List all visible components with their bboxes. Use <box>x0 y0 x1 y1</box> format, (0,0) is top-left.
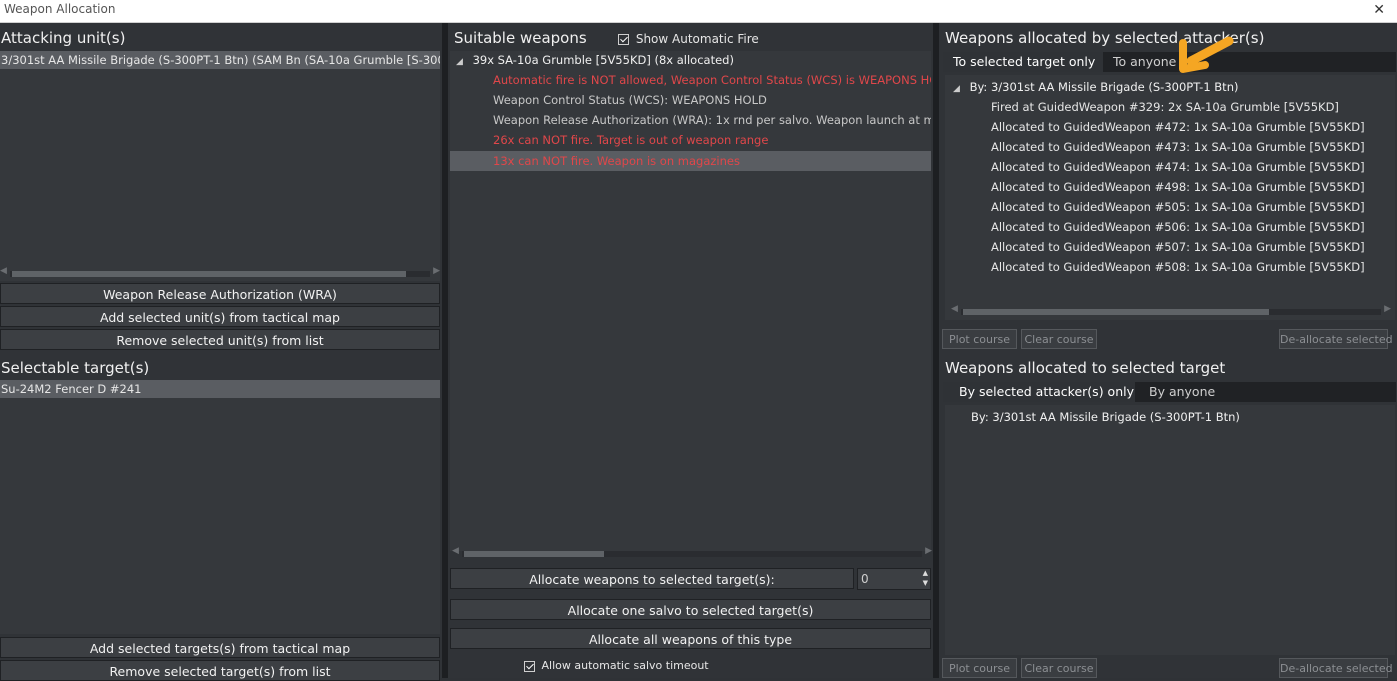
allocated-by-tree[interactable]: ◢ By: 3/301st AA Missile Brigade (S-300P… <box>945 75 1395 320</box>
scroll-thumb[interactable] <box>464 551 604 557</box>
scroll-right-icon[interactable]: ▶ <box>433 266 440 276</box>
tab-by-anyone[interactable]: By anyone <box>1139 382 1229 402</box>
window-title: Weapon Allocation <box>4 2 116 16</box>
allocation-row[interactable]: Allocated to GuidedWeapon #506: 1x SA-10… <box>945 218 1395 236</box>
allocate-all-button[interactable]: Allocate all weapons of this type <box>450 628 931 649</box>
auto-salvo-toggle[interactable]: Allow automatic salvo timeout <box>524 659 709 672</box>
scroll-right-icon[interactable]: ▶ <box>925 546 932 556</box>
weapon-status-row[interactable]: 13x can NOT fire. Weapon is on magazines <box>450 151 931 171</box>
plot-course-button[interactable]: Plot course <box>942 329 1017 349</box>
add-unit-button[interactable]: Add selected unit(s) from tactical map <box>0 306 440 327</box>
window-titlebar: Weapon Allocation ✕ <box>0 0 1397 23</box>
allocate-salvo-button[interactable]: Allocate one salvo to selected target(s) <box>450 599 931 620</box>
attacker-group-row[interactable]: By: 3/301st AA Missile Brigade (S-300PT-… <box>945 408 1395 426</box>
allocation-row[interactable]: Allocated to GuidedWeapon #507: 1x SA-10… <box>945 238 1395 256</box>
weapon-status-row[interactable]: 26x can NOT fire. Target is out of weapo… <box>450 131 931 149</box>
attacking-units-header: Attacking unit(s) <box>1 29 126 47</box>
clear-course-button[interactable]: Clear course <box>1021 329 1097 349</box>
allocated-by-tabs: To selected target only To anyone <box>943 52 1396 72</box>
weapons-tree[interactable]: ◢ 39x SA-10a Grumble [5V55KD] (8x alloca… <box>450 51 931 551</box>
allocation-row[interactable]: Allocated to GuidedWeapon #472: 1x SA-10… <box>945 118 1395 136</box>
remove-unit-button[interactable]: Remove selected unit(s) from list <box>0 329 440 350</box>
allocate-quantity-stepper[interactable]: 0 ▲ ▼ <box>857 568 931 590</box>
close-icon[interactable]: ✕ <box>1373 2 1385 18</box>
allocated-to-tree[interactable]: By: 3/301st AA Missile Brigade (S-300PT-… <box>945 405 1395 655</box>
stepper-down-icon[interactable]: ▼ <box>923 579 928 587</box>
annotation-arrow-icon <box>1179 36 1234 73</box>
attacker-group-row[interactable]: ◢ By: 3/301st AA Missile Brigade (S-300P… <box>945 78 1395 96</box>
deallocate-button[interactable]: De-allocate selected <box>1279 329 1393 349</box>
selectable-targets-header: Selectable target(s) <box>1 359 150 377</box>
plot-course-button[interactable]: Plot course <box>942 658 1017 678</box>
tab-by-selected-attacker[interactable]: By selected attacker(s) only <box>943 382 1135 402</box>
allocation-row[interactable]: Allocated to GuidedWeapon #498: 1x SA-10… <box>945 178 1395 196</box>
add-target-button[interactable]: Add selected targets(s) from tactical ma… <box>0 637 440 658</box>
left-panel: Attacking unit(s) 3/301st AA Missile Bri… <box>0 23 442 681</box>
scroll-left-icon[interactable]: ◀ <box>0 266 7 276</box>
attacking-units-list[interactable]: 3/301st AA Missile Brigade (S-300PT-1 Bt… <box>0 51 440 281</box>
allocation-row[interactable]: Allocated to GuidedWeapon #474: 1x SA-10… <box>945 158 1395 176</box>
tab-to-selected-target[interactable]: To selected target only <box>943 52 1103 72</box>
show-auto-fire-label: Show Automatic Fire <box>635 32 759 46</box>
scroll-left-icon[interactable]: ◀ <box>951 304 958 314</box>
auto-salvo-checkbox[interactable] <box>524 660 535 672</box>
right-bottom-panel: Weapons allocated to selected target By … <box>939 353 1397 678</box>
target-row[interactable]: Su-24M2 Fencer D #241 <box>0 380 440 398</box>
scroll-left-icon[interactable]: ◀ <box>452 546 459 556</box>
weapon-status-row[interactable]: Weapon Release Authorization (WRA): 1x r… <box>450 111 931 129</box>
weapon-group-label: 39x SA-10a Grumble [5V55KD] (8x allocate… <box>472 53 734 67</box>
weapon-status-row[interactable]: Weapon Control Status (WCS): WEAPONS HOL… <box>450 91 931 109</box>
middle-panel: Suitable weapons Show Automatic Fire ◢ 3… <box>448 23 933 678</box>
weapon-status-row[interactable]: Automatic fire is NOT allowed, Weapon Co… <box>450 71 931 89</box>
allocation-row[interactable]: Allocated to GuidedWeapon #508: 1x SA-10… <box>945 258 1395 276</box>
scroll-right-icon[interactable]: ▶ <box>1384 304 1391 314</box>
expand-chevron-icon[interactable]: ◢ <box>953 84 960 94</box>
attacking-units-hscrollbar[interactable]: ◀ ▶ <box>0 266 440 278</box>
allocate-weapons-button[interactable]: Allocate weapons to selected target(s): <box>450 568 854 589</box>
weapon-group-row[interactable]: ◢ 39x SA-10a Grumble [5V55KD] (8x alloca… <box>450 51 931 69</box>
allocated-to-target-header: Weapons allocated to selected target <box>945 359 1226 377</box>
expand-chevron-icon[interactable]: ◢ <box>456 57 463 67</box>
allocated-by-hscrollbar[interactable]: ◀ ▶ <box>951 304 1391 316</box>
clear-course-button[interactable]: Clear course <box>1021 658 1097 678</box>
deallocate-button[interactable]: De-allocate selected <box>1279 658 1393 678</box>
attacker-group-label: By: 3/301st AA Missile Brigade (S-300PT-… <box>969 80 1239 94</box>
weapons-hscrollbar[interactable]: ◀ ▶ <box>452 546 932 558</box>
allocation-row[interactable]: Allocated to GuidedWeapon #505: 1x SA-10… <box>945 198 1395 216</box>
auto-salvo-label: Allow automatic salvo timeout <box>541 659 709 672</box>
selectable-targets-list[interactable]: Su-24M2 Fencer D #241 <box>0 380 440 634</box>
wra-button[interactable]: Weapon Release Authorization (WRA) <box>0 283 440 304</box>
scroll-thumb[interactable] <box>963 309 1269 315</box>
allocation-row[interactable]: Fired at GuidedWeapon #329: 2x SA-10a Gr… <box>945 98 1395 116</box>
show-auto-fire-toggle[interactable]: Show Automatic Fire <box>618 32 759 46</box>
show-auto-fire-checkbox[interactable] <box>618 34 629 45</box>
suitable-weapons-header: Suitable weapons <box>454 29 587 47</box>
allocation-row[interactable]: Allocated to GuidedWeapon #473: 1x SA-10… <box>945 138 1395 156</box>
attacking-unit-row[interactable]: 3/301st AA Missile Brigade (S-300PT-1 Bt… <box>0 51 440 69</box>
stepper-up-icon[interactable]: ▲ <box>923 569 928 577</box>
scroll-thumb[interactable] <box>12 271 406 277</box>
allocated-to-tabs: By selected attacker(s) only By anyone <box>943 382 1396 402</box>
allocate-quantity-value[interactable]: 0 <box>861 572 869 586</box>
right-top-panel: Weapons allocated by selected attacker(s… <box>939 23 1397 353</box>
